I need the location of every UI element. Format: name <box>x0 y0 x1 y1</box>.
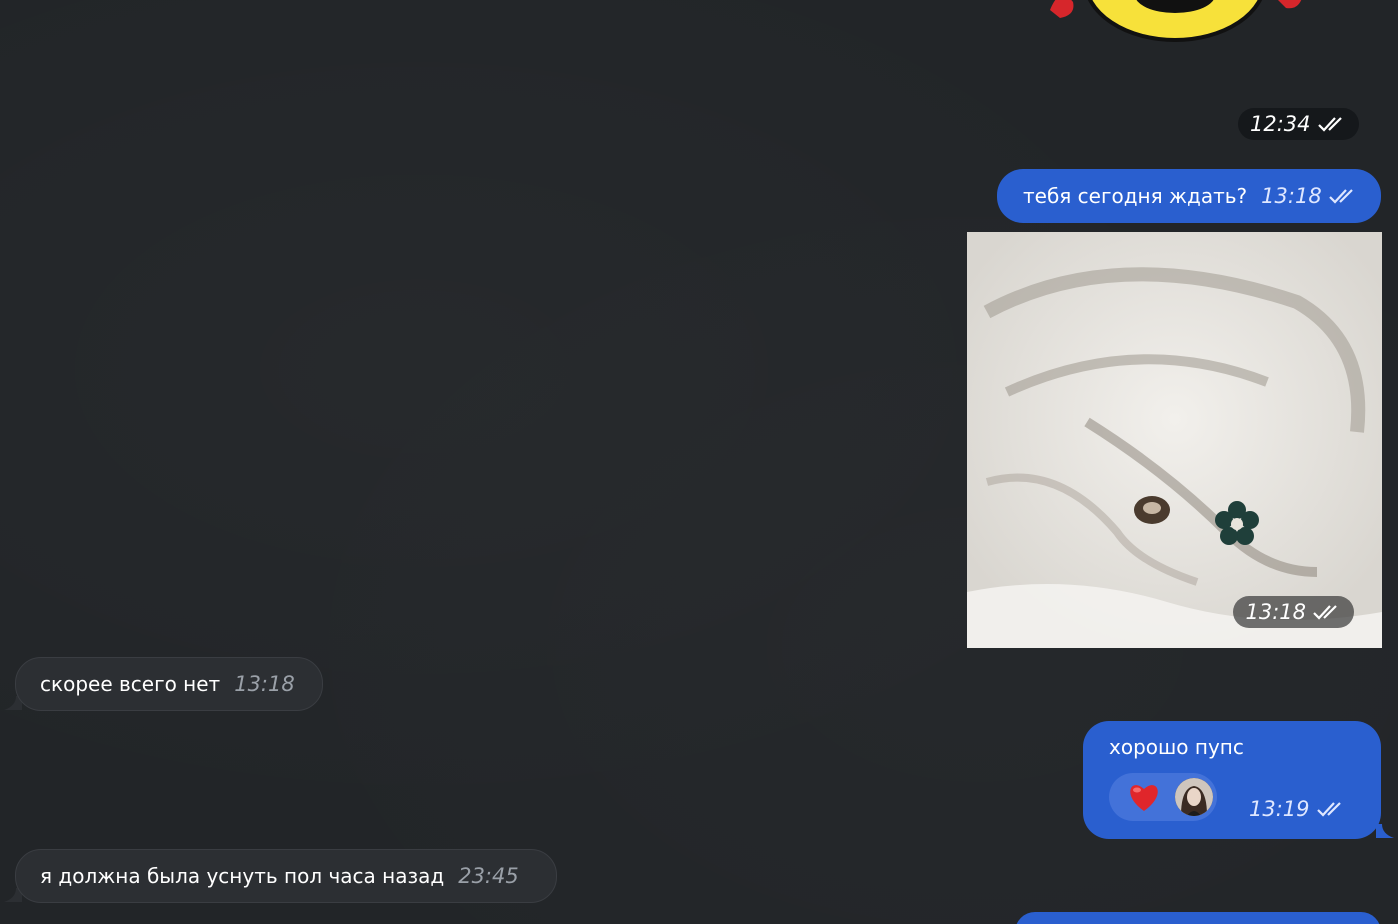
message-meta: 13:18 <box>1261 184 1358 208</box>
message-text: скорее всего нет <box>40 672 221 696</box>
message-meta: 13:19 <box>1249 797 1346 821</box>
message-text: я должна была уснуть пол часа назад <box>40 864 445 888</box>
outgoing-message[interactable]: тебя сегодня ждать? 13:18 <box>997 169 1381 223</box>
message-time: 13:18 <box>234 672 295 696</box>
message-time: 23:45 <box>458 864 519 888</box>
outgoing-message[interactable] <box>1015 912 1381 924</box>
avatar-image <box>1175 778 1213 816</box>
incoming-message[interactable]: я должна была уснуть пол часа назад 23:4… <box>15 849 557 903</box>
double-check-icon <box>1316 802 1341 817</box>
message-time: 13:19 <box>1249 797 1310 821</box>
message-time: 13:18 <box>1245 600 1306 624</box>
cat-photo <box>967 232 1382 648</box>
heart-icon <box>1130 785 1158 811</box>
message-time: 12:34 <box>1250 112 1311 136</box>
reaction-pill[interactable] <box>1109 773 1217 821</box>
avatar[interactable] <box>1175 778 1213 816</box>
message-meta: 23:45 <box>458 864 519 888</box>
sticker-message[interactable] <box>1040 0 1310 45</box>
double-check-icon <box>1317 117 1342 132</box>
bubble-tail <box>1376 824 1394 838</box>
double-check-icon <box>1313 605 1337 620</box>
message-meta: 13:18 <box>234 672 295 696</box>
incoming-message[interactable]: скорее всего нет 13:18 <box>15 657 323 711</box>
outgoing-message[interactable]: хорошо пупс 13:19 <box>1083 721 1381 839</box>
message-time: 13:18 <box>1261 184 1322 208</box>
image-message[interactable]: 13:18 <box>967 232 1382 648</box>
sticker-time-chip: 12:34 <box>1238 108 1359 140</box>
double-check-icon <box>1328 189 1353 204</box>
smiley-sticker-icon <box>1050 0 1302 42</box>
message-text: хорошо пупс <box>1109 735 1244 759</box>
message-text: тебя сегодня ждать? <box>1023 184 1248 208</box>
image-time-chip: 13:18 <box>1233 596 1354 628</box>
chat-history[interactable]: 12:34 тебя сегодня ждать? 13:18 13:18 ск… <box>0 0 1398 924</box>
